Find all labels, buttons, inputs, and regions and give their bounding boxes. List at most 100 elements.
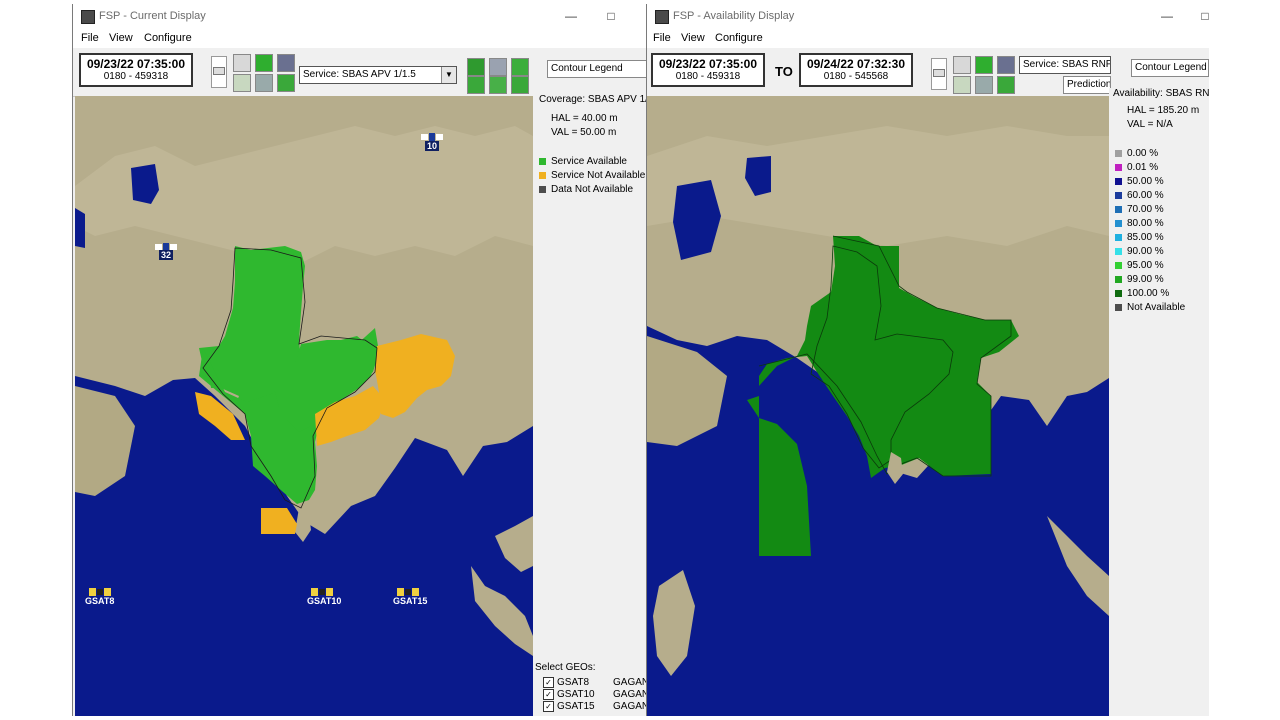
legend-item-label: 0.00 % — [1127, 148, 1159, 159]
satellite-button[interactable] — [997, 56, 1015, 74]
satellite-button[interactable] — [277, 54, 295, 72]
legend-swatch — [1115, 149, 1122, 157]
legend-val: VAL = 50.00 m — [551, 127, 617, 138]
coverage-map-svg — [75, 96, 533, 716]
from-time-code: 0180 - 459318 — [675, 71, 741, 82]
service-select[interactable]: Service: SBAS APV 1/1.5 ▼ — [299, 66, 457, 84]
satellite-icon[interactable] — [155, 242, 177, 251]
legend-item: 95.00 % — [1115, 260, 1164, 271]
menu-configure[interactable]: Configure — [715, 32, 763, 44]
legend-item: 100.00 % — [1115, 288, 1169, 299]
legend-item: 0.00 % — [1115, 148, 1158, 159]
layer-a-button[interactable] — [467, 76, 485, 94]
legend-item: 90.00 % — [1115, 246, 1164, 257]
gsat10-icon-svg — [311, 588, 333, 596]
station-button[interactable] — [255, 74, 273, 92]
geo-checkbox-row[interactable]: ✓ GSAT15 GAGAN — [543, 701, 647, 712]
prediction-button[interactable]: Prediction — [1063, 76, 1111, 94]
legend-item: 0.01 % — [1115, 162, 1158, 173]
checkbox-gsat15[interactable]: ✓ — [543, 701, 554, 712]
legend-swatch — [1115, 247, 1122, 255]
refresh-button[interactable] — [997, 76, 1015, 94]
legend-swatch — [1115, 191, 1122, 199]
legend-item: Service Available — [539, 156, 627, 167]
coverage-map-button[interactable] — [975, 56, 993, 74]
map-layer-button[interactable] — [953, 76, 971, 94]
app-icon — [655, 10, 669, 24]
aral-sea — [75, 208, 85, 248]
station-button[interactable] — [975, 76, 993, 94]
geo-satellite-icon[interactable] — [311, 587, 333, 596]
menu-file[interactable]: File — [653, 32, 671, 44]
menu-configure[interactable]: Configure — [144, 32, 192, 44]
legend-item-label: Service Available — [551, 156, 627, 167]
menu-view[interactable]: View — [681, 32, 705, 44]
layer-b-button[interactable] — [489, 76, 507, 94]
legend-val: VAL = N/A — [1127, 119, 1173, 130]
to-datetime: 09/24/22 07:32:30 — [806, 57, 906, 71]
map-layer-button[interactable] — [233, 74, 251, 92]
legend-coverage: Coverage: SBAS APV 1/1.5 — [539, 94, 647, 105]
contour-legend-button[interactable]: Contour Legend — [1131, 59, 1209, 77]
menu-view[interactable]: View — [109, 32, 133, 44]
geo-satellite-icon[interactable] — [89, 587, 111, 596]
satellite-icon[interactable] — [421, 132, 443, 141]
slider-knob[interactable] — [933, 69, 945, 77]
menu-file[interactable]: File — [81, 32, 99, 44]
maximize-icon[interactable]: □ — [603, 8, 619, 24]
geo-name: GSAT10 — [557, 689, 595, 701]
legend-swatch — [539, 157, 546, 165]
legend-item-label: Data Not Available — [551, 184, 634, 195]
legend-swatch — [1115, 205, 1122, 213]
current-time-box: 09/23/22 07:35:00 0180 - 459318 — [79, 53, 193, 87]
legend-item: 70.00 % — [1115, 204, 1164, 215]
legend-swatch — [1115, 233, 1122, 241]
grid-button[interactable] — [489, 58, 507, 76]
to-label: TO — [775, 64, 793, 79]
legend-item-label: 70.00 % — [1127, 204, 1164, 215]
legend-item-label: 90.00 % — [1127, 246, 1164, 257]
checkbox-gsat8[interactable]: ✓ — [543, 677, 554, 688]
service-select[interactable]: Service: SBAS RNP-0.3 — [1019, 56, 1111, 74]
time-slider[interactable] — [211, 56, 227, 88]
globe-view-button[interactable] — [953, 56, 971, 74]
legend-item-label: 50.00 % — [1127, 176, 1164, 187]
minimize-icon[interactable]: — — [1159, 8, 1175, 24]
minimize-icon[interactable]: — — [563, 8, 579, 24]
current-time-code: 0180 - 459318 — [103, 71, 169, 82]
satellite-10-label: 10 — [425, 141, 440, 151]
window-title: FSP - Availability Display — [673, 10, 795, 22]
coverage-map[interactable]: 10 32 GSAT8 GSAT10 GSAT15 — [75, 96, 533, 716]
checkbox-gsat10[interactable]: ✓ — [543, 689, 554, 700]
legend-item-label: 85.00 % — [1127, 232, 1164, 243]
legend-item-label: 95.00 % — [1127, 260, 1164, 271]
contour-legend-button[interactable]: Contour Legend — [547, 60, 647, 78]
globe-view-button[interactable] — [233, 54, 251, 72]
coverage-map-button[interactable] — [255, 54, 273, 72]
contour-button[interactable] — [467, 58, 485, 76]
time-slider[interactable] — [931, 58, 947, 90]
chevron-down-icon[interactable]: ▼ — [441, 67, 456, 83]
refresh-button[interactable] — [277, 74, 295, 92]
select-geos-title: Select GEOs: — [535, 662, 596, 673]
geo-provider: GAGAN — [613, 701, 647, 713]
legend-swatch — [1115, 261, 1122, 269]
legend-swatch — [1115, 163, 1122, 171]
slider-knob[interactable] — [213, 67, 225, 75]
coverage-legend-panel: Coverage: SBAS APV 1/1.5 HAL = 40.00 m V… — [533, 88, 647, 716]
legend-swatch — [1115, 303, 1122, 311]
maximize-icon[interactable]: □ — [1197, 8, 1209, 24]
legend-swatch — [1115, 289, 1122, 297]
geo-satellite-icon[interactable] — [397, 587, 419, 596]
availability-display-window: FSP - Availability Display — □ File View… — [646, 4, 1209, 716]
legend-item-label: 100.00 % — [1127, 288, 1170, 299]
layer-c-button[interactable] — [511, 76, 529, 94]
grid-green-button[interactable] — [511, 58, 529, 76]
geo-checkbox-row[interactable]: ✓ GSAT10 GAGAN — [543, 689, 647, 700]
legend-item-label: 80.00 % — [1127, 218, 1164, 229]
availability-map[interactable] — [647, 96, 1109, 716]
from-datetime: 09/23/22 07:35:00 — [658, 57, 758, 71]
geo-name: GSAT15 — [557, 701, 595, 713]
geo-checkbox-row[interactable]: ✓ GSAT8 GAGAN — [543, 677, 647, 688]
geo-name: GSAT8 — [557, 677, 590, 689]
